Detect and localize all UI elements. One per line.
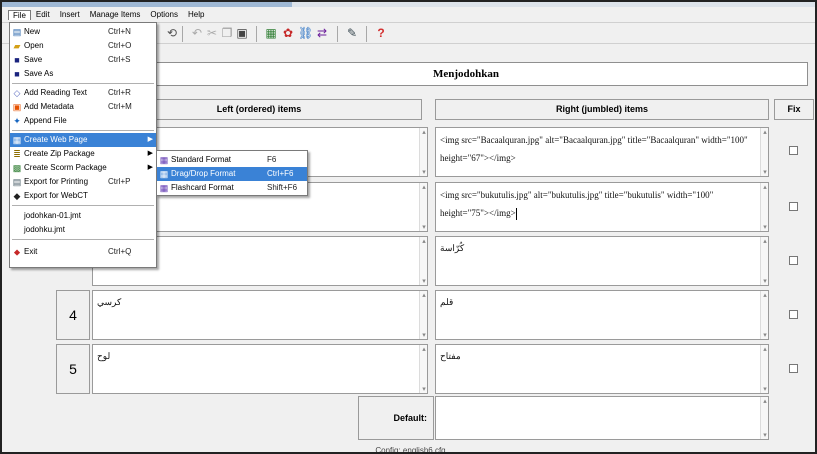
text-caret: [515, 207, 517, 220]
right-item-4[interactable]: قلم: [435, 290, 769, 340]
default-label: Default:: [358, 396, 434, 440]
reading-text-icon: ◇: [13, 88, 21, 98]
exercise-title-field[interactable]: Menjodohkan: [124, 62, 808, 86]
menu-manage-items[interactable]: Manage Items: [85, 9, 146, 20]
row-number-4: 4: [56, 290, 90, 340]
add-image-icon[interactable]: ✿: [281, 26, 295, 40]
open-folder-icon: ▰: [13, 41, 21, 51]
menu-item-recent-file-2[interactable]: jodohku.jmt: [10, 223, 156, 237]
menu-options[interactable]: Options: [145, 9, 183, 20]
default-distractor-field[interactable]: [435, 396, 769, 440]
menu-item-export-printing[interactable]: ▤ Export for Printing Ctrl+P: [10, 175, 156, 189]
menu-item-append-file[interactable]: ✦ Append File: [10, 114, 156, 128]
cut-icon[interactable]: ✂: [205, 26, 219, 40]
scorm-icon: ▩: [12, 163, 22, 173]
zip-icon: ≣: [13, 149, 21, 159]
print-icon: ▤: [12, 177, 22, 187]
drag-drop-format-icon: ▦: [159, 169, 169, 179]
status-bar: Config: english6.cfg: [375, 446, 446, 454]
menu-help[interactable]: Help: [183, 9, 209, 20]
file-menu: ▤ New Ctrl+N ▰ Open Ctrl+O ■ Save Ctrl+S ■ …: [9, 22, 157, 268]
menu-item-new[interactable]: ▤ New Ctrl+N: [10, 25, 156, 39]
menu-item-create-scorm-package[interactable]: ▩ Create Scorm Package ▶: [10, 161, 156, 175]
fix-header: Fix: [774, 99, 814, 120]
menu-insert[interactable]: Insert: [55, 9, 85, 20]
menu-item-save[interactable]: ■ Save Ctrl+S: [10, 53, 156, 67]
row-number-5: 5: [56, 344, 90, 394]
add-item-icon[interactable]: ▦: [264, 26, 278, 40]
submenu-arrow-icon: ▶: [147, 136, 153, 143]
right-item-1[interactable]: <img src="Bacaalquran.jpg" alt="Bacaalqu…: [435, 127, 769, 177]
exit-icon: ⬥: [13, 247, 21, 257]
append-icon: ✦: [13, 116, 21, 126]
webct-icon: ◆: [13, 191, 21, 201]
save-as-icon: ■: [14, 69, 20, 79]
menu-item-export-webct[interactable]: ◆ Export for WebCT: [10, 189, 156, 203]
menu-item-open[interactable]: ▰ Open Ctrl+O: [10, 39, 156, 53]
new-file-icon: ▤: [12, 27, 22, 37]
menu-item-add-metadata[interactable]: ▣ Add Metadata Ctrl+M: [10, 100, 156, 114]
menu-edit[interactable]: Edit: [31, 9, 55, 20]
paste-icon[interactable]: ▣: [235, 26, 249, 40]
menu-item-create-zip-package[interactable]: ≣ Create Zip Package ▶: [10, 147, 156, 161]
standard-format-icon: ▦: [159, 155, 169, 165]
menu-bar: File Edit Insert Manage Items Options He…: [2, 7, 815, 22]
config-icon[interactable]: ✎: [345, 26, 359, 40]
submenu-arrow-icon: ▶: [147, 150, 153, 157]
menu-item-add-reading-text[interactable]: ◇ Add Reading Text Ctrl+R: [10, 86, 156, 100]
save-icon: ■: [14, 55, 20, 65]
right-items-header: Right (jumbled) items: [435, 99, 769, 120]
submenu-item-drag-drop-format[interactable]: ▦ Drag/Drop Format Ctrl+F6: [157, 167, 307, 181]
fix-checkbox-2[interactable]: [789, 202, 798, 211]
menu-item-exit[interactable]: ⬥ Exit Ctrl+Q: [10, 245, 156, 259]
submenu-item-flashcard-format[interactable]: ▦ Flashcard Format Shift+F6: [157, 181, 307, 195]
web-page-submenu: ▦ Standard Format F6 ▦ Drag/Drop Format Ct…: [156, 150, 308, 196]
left-item-4[interactable]: كرسي: [92, 290, 428, 340]
flashcard-format-icon: ▦: [159, 183, 169, 193]
web-page-icon: ▦: [12, 135, 22, 145]
right-item-2[interactable]: <img src="bukutulis.jpg" alt="bukutulis.…: [435, 182, 769, 232]
undo-disabled-icon: ↶: [191, 26, 203, 40]
fix-checkbox-5[interactable]: [789, 364, 798, 373]
undo-icon[interactable]: ⟲: [165, 26, 179, 40]
app-window: File Edit Insert Manage Items Options He…: [0, 0, 817, 454]
fix-checkbox-1[interactable]: [789, 146, 798, 155]
menu-item-recent-file-1[interactable]: jodohkan-01.jmt: [10, 209, 156, 223]
metadata-icon: ▣: [12, 102, 22, 112]
menu-item-create-web-page[interactable]: ▦ Create Web Page ▶: [10, 133, 156, 147]
fix-checkbox-3[interactable]: [789, 256, 798, 265]
right-item-5[interactable]: مفتاح: [435, 344, 769, 394]
add-link-icon[interactable]: ⛓: [298, 26, 313, 40]
help-icon[interactable]: ?: [374, 26, 388, 40]
shuffle-icon[interactable]: ⇄: [315, 26, 329, 40]
fix-checkbox-4[interactable]: [789, 310, 798, 319]
left-item-5[interactable]: لوح: [92, 344, 428, 394]
menu-item-save-as[interactable]: ■ Save As: [10, 67, 156, 81]
menu-file[interactable]: File: [8, 9, 31, 20]
copy-icon[interactable]: ❐: [220, 26, 234, 40]
submenu-arrow-icon: ▶: [147, 164, 153, 171]
right-item-3[interactable]: كُرّاسة: [435, 236, 769, 286]
submenu-item-standard-format[interactable]: ▦ Standard Format F6: [157, 153, 307, 167]
